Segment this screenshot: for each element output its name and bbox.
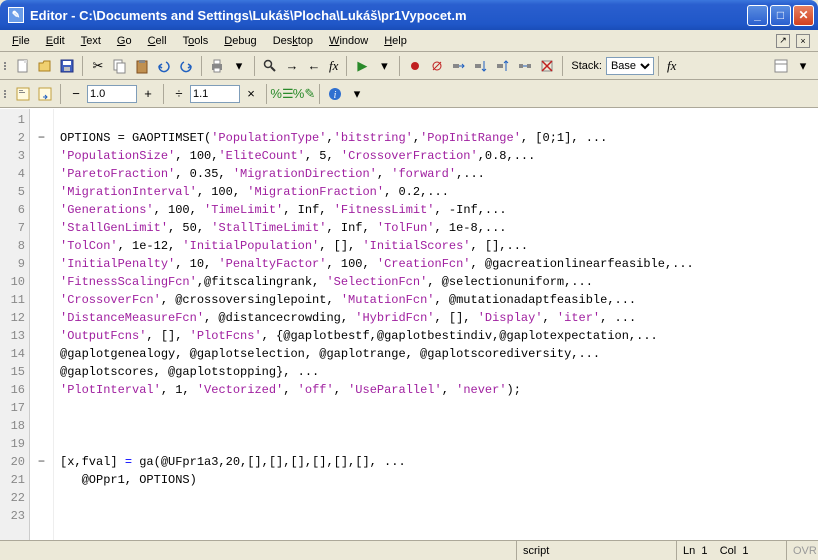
increment-value-input[interactable] bbox=[87, 85, 137, 103]
code-content[interactable]: OPTIONS = GAOPTIMSET('PopulationType','b… bbox=[54, 109, 818, 540]
info-button[interactable]: i bbox=[324, 83, 346, 105]
menu-cell[interactable]: Cell bbox=[140, 33, 175, 49]
menu-edit[interactable]: Edit bbox=[38, 33, 73, 49]
cut-button[interactable]: ✂ bbox=[87, 55, 109, 77]
status-line-col: Ln 1 Col 1 bbox=[676, 541, 786, 560]
run-dropdown-icon[interactable]: ▾ bbox=[373, 55, 395, 77]
save-button[interactable] bbox=[56, 55, 78, 77]
editor-area[interactable]: 1234567891011121314151617181920212223 − … bbox=[0, 108, 818, 540]
goto-button[interactable]: → bbox=[281, 55, 303, 77]
menu-debug[interactable]: Debug bbox=[216, 33, 264, 49]
window-title: Editor - C:\Documents and Settings\Lukáš… bbox=[30, 8, 747, 23]
svg-text:i: i bbox=[334, 90, 337, 101]
toolbar-cell: − + ÷ × %☰ %✎ i ▾ bbox=[0, 80, 818, 108]
copy-button[interactable] bbox=[109, 55, 131, 77]
cell-insert-break-button[interactable]: %☰ bbox=[271, 83, 293, 105]
step-in-button[interactable] bbox=[470, 55, 492, 77]
stack-select[interactable]: Base bbox=[606, 57, 654, 75]
toolbar-main: ✂ ▾ → ← fx ▶ ▾ Stack: bbox=[0, 52, 818, 80]
undo-button[interactable] bbox=[153, 55, 175, 77]
menu-tools[interactable]: Tools bbox=[175, 33, 217, 49]
print-dropdown-icon[interactable]: ▾ bbox=[228, 55, 250, 77]
run-button[interactable]: ▶ bbox=[351, 55, 373, 77]
multiply-value-input[interactable] bbox=[190, 85, 240, 103]
fx-button[interactable]: fx bbox=[663, 58, 680, 74]
fold-column[interactable]: − − bbox=[30, 109, 54, 540]
grip-icon bbox=[4, 56, 10, 76]
breakpoint-set-button[interactable] bbox=[404, 55, 426, 77]
menu-help[interactable]: Help bbox=[376, 33, 415, 49]
maximize-button[interactable]: □ bbox=[770, 5, 791, 26]
eval-cell-advance-button[interactable] bbox=[34, 83, 56, 105]
statusbar: script Ln 1 Col 1 OVR bbox=[0, 540, 818, 560]
step-out-button[interactable] bbox=[492, 55, 514, 77]
menu-desktop[interactable]: Desktop bbox=[265, 33, 321, 49]
paste-button[interactable] bbox=[131, 55, 153, 77]
increment-button[interactable]: + bbox=[137, 83, 159, 105]
insert-function-button[interactable]: fx bbox=[325, 58, 342, 74]
layout-button[interactable] bbox=[770, 55, 792, 77]
decrement-button[interactable]: − bbox=[65, 83, 87, 105]
menu-go[interactable]: Go bbox=[109, 33, 140, 49]
close-button[interactable]: ✕ bbox=[793, 5, 814, 26]
print-button[interactable] bbox=[206, 55, 228, 77]
menu-text[interactable]: Text bbox=[73, 33, 109, 49]
divide-button[interactable]: ÷ bbox=[168, 83, 190, 105]
line-gutter[interactable]: 1234567891011121314151617181920212223 bbox=[0, 109, 30, 540]
status-ovr: OVR bbox=[786, 541, 818, 560]
exit-debug-button[interactable] bbox=[536, 55, 558, 77]
multiply-button[interactable]: × bbox=[240, 83, 262, 105]
menubar: File Edit Text Go Cell Tools Debug Deskt… bbox=[0, 30, 818, 52]
redo-button[interactable] bbox=[175, 55, 197, 77]
breakpoint-clear-button[interactable] bbox=[426, 55, 448, 77]
app-icon: ✎ bbox=[8, 7, 24, 23]
grip-icon bbox=[4, 84, 10, 104]
goto-back-button[interactable]: ← bbox=[303, 55, 325, 77]
eval-cell-button[interactable] bbox=[12, 83, 34, 105]
layout-dropdown-icon[interactable]: ▾ bbox=[792, 55, 814, 77]
new-file-button[interactable] bbox=[12, 55, 34, 77]
cell-insert-text-button[interactable]: %✎ bbox=[293, 83, 315, 105]
step-button[interactable] bbox=[448, 55, 470, 77]
stack-label: Stack: bbox=[567, 60, 606, 72]
titlebar[interactable]: ✎ Editor - C:\Documents and Settings\Luk… bbox=[0, 0, 818, 30]
minimize-button[interactable]: _ bbox=[747, 5, 768, 26]
dock-arrow-icon[interactable]: ↗ bbox=[776, 34, 790, 48]
menu-window[interactable]: Window bbox=[321, 33, 376, 49]
info-dropdown-icon[interactable]: ▾ bbox=[346, 83, 368, 105]
status-file-type: script bbox=[516, 541, 676, 560]
menu-file[interactable]: File bbox=[4, 33, 38, 49]
find-button[interactable] bbox=[259, 55, 281, 77]
open-file-button[interactable] bbox=[34, 55, 56, 77]
dock-close-icon[interactable]: × bbox=[796, 34, 810, 48]
continue-button[interactable] bbox=[514, 55, 536, 77]
